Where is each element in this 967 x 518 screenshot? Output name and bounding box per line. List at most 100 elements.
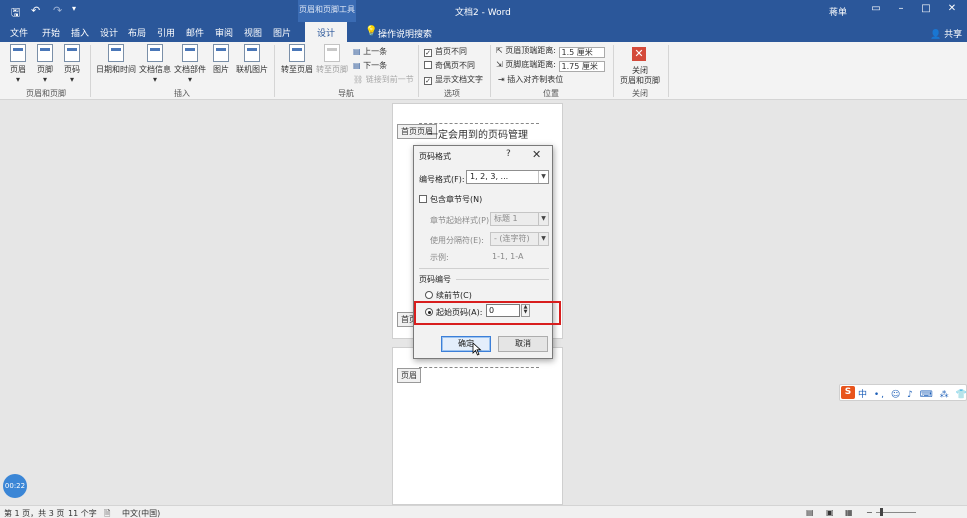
number-format-label: 编号格式(F):	[419, 175, 465, 184]
doc-info-button[interactable]: 文档信息 ▾	[138, 44, 172, 84]
document-body-text[interactable]: 一定会用到的页码管理	[428, 126, 528, 141]
separator-select[interactable]: - (连字符) ▼	[490, 232, 549, 246]
ribbon-display-icon[interactable]: ▭	[868, 3, 884, 14]
tell-me-search[interactable]: 操作说明搜索	[378, 27, 432, 40]
context-tool-label: 页眉和页脚工具	[298, 0, 356, 22]
share-label: 共享	[944, 30, 963, 40]
minimize-icon[interactable]: –	[893, 3, 909, 14]
previous-button[interactable]: ▤ 上一条	[353, 46, 387, 57]
chapter-style-label: 章节起始样式(P)	[430, 216, 490, 225]
example-label: 示例:	[430, 253, 449, 262]
tab-hf-design[interactable]: 设计	[305, 22, 348, 42]
tab-picture[interactable]: 图片	[273, 26, 291, 39]
tab-file[interactable]: 文件	[10, 26, 28, 39]
footer-distance-input[interactable]: 1.75 厘米	[558, 61, 605, 72]
group-label-close: 关闭	[632, 89, 648, 98]
customize-qat-icon[interactable]: ▾	[72, 4, 76, 13]
odd-even-checkbox[interactable]: 奇偶页不同	[424, 60, 475, 71]
tab-insert[interactable]: 插入	[71, 26, 89, 39]
document-title: 文档2 - Word	[455, 8, 511, 18]
maximize-icon[interactable]: □	[918, 3, 934, 14]
page-number-format-dialog: 页码格式 ? ✕ 编号格式(F): 1, 2, 3, ... ▼ 包含章节号(N)…	[413, 145, 553, 359]
ribbon-tabs: 文件 开始 插入 设计 布局 引用 邮件 审阅 视图 图片 设计 💡 操作说明搜…	[0, 22, 967, 42]
language-indicator[interactable]: 中文(中国)	[122, 508, 160, 518]
group-separator	[613, 45, 614, 97]
include-chapter-checkbox[interactable]: 包含章节号(N)	[419, 194, 482, 205]
online-pictures-button[interactable]: 联机图片	[235, 44, 269, 75]
header-tag: 页眉	[397, 368, 421, 383]
header-boundary-line	[419, 123, 539, 124]
goto-header-button[interactable]: 转至页眉	[280, 44, 314, 75]
share-button[interactable]: 👤 共享	[930, 27, 962, 40]
goto-footer-icon	[324, 44, 340, 62]
ribbon: 页眉 ▾ 页脚 ▾ 页码 ▾ 页眉和页脚 日期和时间 文档信息 ▾ 文档部件 ▾ 图片 联…	[0, 42, 967, 100]
user-name[interactable]: 蒋单	[829, 5, 847, 18]
close-window-icon[interactable]: ✕	[944, 3, 960, 14]
continue-radio[interactable]: 续前节(C)	[425, 290, 472, 301]
page-number-button[interactable]: 页码 ▾	[62, 44, 82, 84]
ime-status-icons[interactable]: 中 •, ☺ ♪ ⌨ ⁂ 👕 ✔	[858, 387, 967, 400]
chevron-down-icon: ▼	[538, 233, 548, 245]
web-layout-icon[interactable]: ▦	[845, 508, 853, 517]
title-bar: 🖫 ↶ ↷ ▾ 页眉和页脚工具 文档2 - Word 蒋单 ▭ – □ ✕	[0, 0, 967, 22]
pictures-button[interactable]: 图片	[210, 44, 232, 75]
redo-icon[interactable]: ↷	[53, 4, 62, 17]
tab-home[interactable]: 开始	[42, 26, 60, 39]
tab-design[interactable]: 设计	[100, 26, 118, 39]
next-button[interactable]: ▤ 下一条	[353, 60, 387, 71]
word-count[interactable]: 11 个字	[68, 508, 97, 518]
group-label-navigation: 导航	[338, 89, 354, 98]
insert-align-tab-button[interactable]: ⇥ 插入对齐制表位	[498, 74, 563, 85]
page-number-icon	[64, 44, 80, 62]
quick-parts-button[interactable]: 文档部件 ▾	[173, 44, 207, 84]
picture-icon	[213, 44, 229, 62]
chevron-down-icon: ▼	[538, 213, 548, 225]
arrow-down-icon: ▤	[353, 61, 361, 70]
group-separator	[418, 45, 419, 97]
different-first-page-checkbox[interactable]: ✓ 首页不同	[424, 46, 467, 57]
save-icon[interactable]: 🖫	[11, 4, 20, 23]
cancel-button[interactable]: 取消	[498, 336, 548, 352]
footer-distance-row: ⇲ 页脚底端距离: 1.75 厘米	[496, 59, 605, 72]
tab-review[interactable]: 审阅	[215, 26, 233, 39]
zoom-out-icon[interactable]: −	[866, 508, 873, 517]
undo-icon[interactable]: ↶	[31, 4, 40, 17]
timer-badge: 00:22	[3, 474, 27, 498]
doc-info-icon	[147, 44, 163, 62]
zoom-slider-handle[interactable]	[880, 508, 883, 516]
ime-toolbar[interactable]: S 中 •, ☺ ♪ ⌨ ⁂ 👕 ✔	[839, 384, 967, 401]
group-separator	[90, 45, 91, 97]
link-icon: ⛓	[353, 75, 364, 84]
footer-button[interactable]: 页脚 ▾	[35, 44, 55, 84]
header-distance-icon: ⇱	[496, 46, 503, 55]
goto-footer-button[interactable]: 转至页脚	[315, 44, 349, 75]
header-button[interactable]: 页眉 ▾	[8, 44, 28, 84]
tab-view[interactable]: 视图	[244, 26, 262, 39]
separator-label: 使用分隔符(E):	[430, 236, 484, 245]
tab-layout[interactable]: 布局	[128, 26, 146, 39]
highlight-annotation	[414, 301, 561, 325]
ok-button[interactable]: 确定	[441, 336, 491, 352]
tab-references[interactable]: 引用	[157, 26, 175, 39]
date-time-button[interactable]: 日期和时间	[96, 44, 136, 75]
page-count[interactable]: 第 1 页，共 3 页	[4, 508, 64, 518]
close-hf-icon[interactable]: ✕	[632, 47, 646, 61]
tab-mailings[interactable]: 邮件	[186, 26, 204, 39]
footer-icon	[37, 44, 53, 62]
close-icon[interactable]: ✕	[532, 148, 541, 161]
chapter-style-select[interactable]: 标题 1 ▼	[490, 212, 549, 226]
group-label-insert: 插入	[174, 89, 190, 98]
close-header-footer-button[interactable]: 关闭 页眉和页脚	[618, 66, 662, 86]
print-layout-icon[interactable]: ▣	[826, 508, 834, 517]
help-icon[interactable]: ?	[506, 149, 511, 159]
number-format-select[interactable]: 1, 2, 3, ... ▼	[466, 170, 549, 184]
group-label-header-footer: 页眉和页脚	[26, 89, 66, 98]
proofing-icon[interactable]: 🗎	[104, 508, 110, 518]
read-mode-icon[interactable]: ▤	[806, 508, 814, 517]
header-distance-input[interactable]: 1.5 厘米	[558, 47, 605, 58]
example-value: 1-1, 1-A	[492, 252, 524, 261]
divider	[456, 279, 549, 280]
show-doc-text-checkbox[interactable]: ✓ 显示文档文字	[424, 74, 483, 85]
link-previous-button[interactable]: ⛓ 链接到前一节	[353, 74, 414, 85]
dialog-title: 页码格式	[419, 152, 451, 161]
